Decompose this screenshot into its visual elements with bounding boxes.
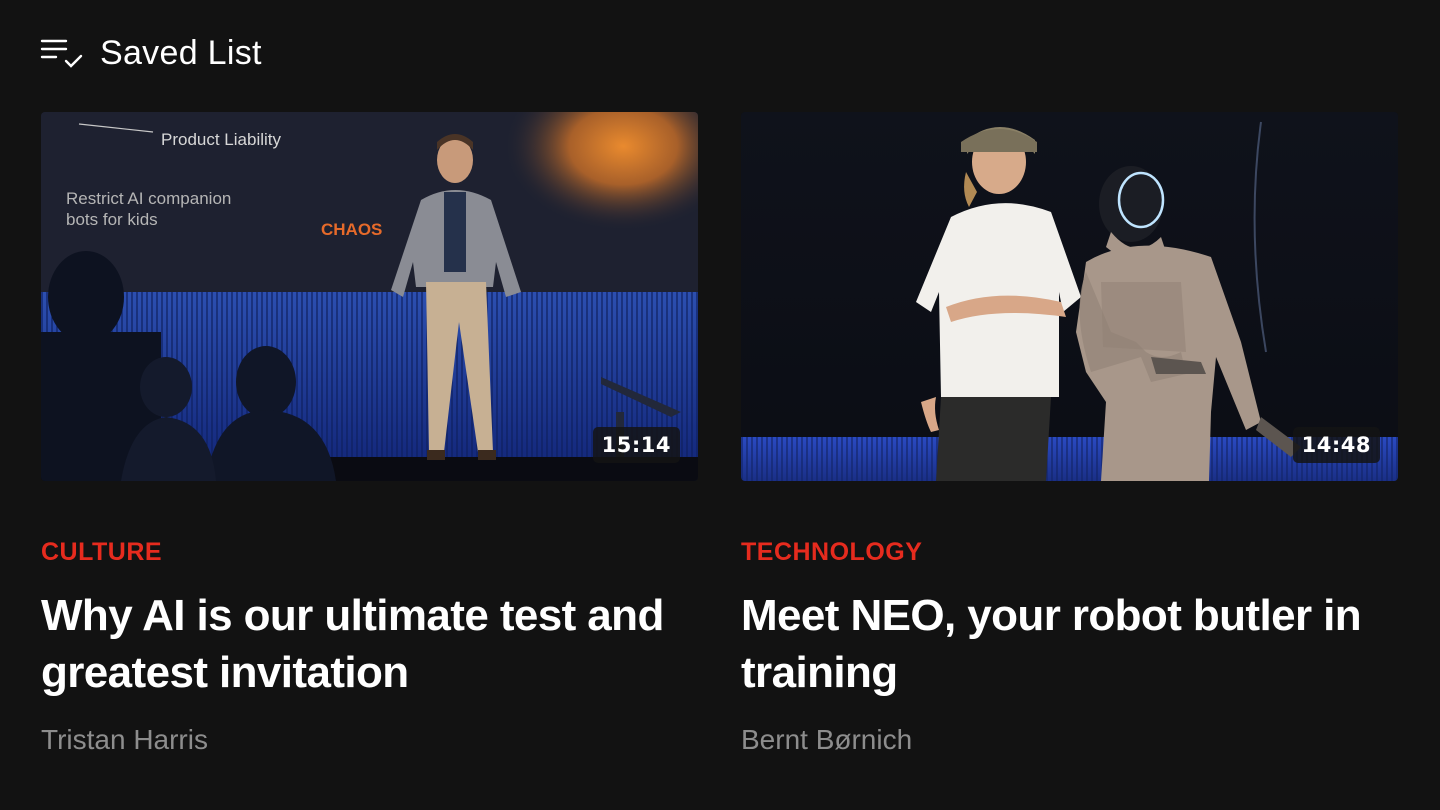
duration-badge: 14:48 — [1292, 427, 1380, 463]
page-title: Saved List — [100, 33, 262, 72]
slide-text-chaos: CHAOS — [321, 220, 382, 239]
talk-title[interactable]: Why AI is our ultimate test and greatest… — [41, 587, 698, 701]
slide-text-product-liability: Product Liability — [161, 130, 282, 149]
duration-badge: 15:14 — [592, 427, 680, 463]
talk-speaker[interactable]: Bernt Børnich — [741, 723, 1398, 757]
saved-list-page: Saved List Product Liability Restrict AI… — [0, 0, 1440, 810]
talk-category[interactable]: TECHNOLOGY — [741, 537, 1398, 567]
talk-thumbnail-image: Product Liability Restrict AI companion … — [41, 112, 698, 481]
talk-thumbnail[interactable]: 14:48 — [741, 112, 1398, 481]
talk-category[interactable]: CULTURE — [41, 537, 698, 567]
slide-text-restrict: Restrict AI companion — [66, 189, 231, 208]
talk-title[interactable]: Meet NEO, your robot butler in training — [741, 587, 1398, 701]
slide-text-bots: bots for kids — [66, 210, 158, 229]
playlist-check-icon — [40, 39, 83, 68]
talk-card[interactable]: 14:48 TECHNOLOGY Meet NEO, your robot bu… — [741, 112, 1398, 757]
page-header: Saved List — [40, 30, 262, 76]
talk-card[interactable]: Product Liability Restrict AI companion … — [41, 112, 698, 757]
talk-speaker[interactable]: Tristan Harris — [41, 723, 698, 757]
talk-thumbnail[interactable]: Product Liability Restrict AI companion … — [41, 112, 698, 481]
talk-thumbnail-image — [741, 112, 1398, 481]
